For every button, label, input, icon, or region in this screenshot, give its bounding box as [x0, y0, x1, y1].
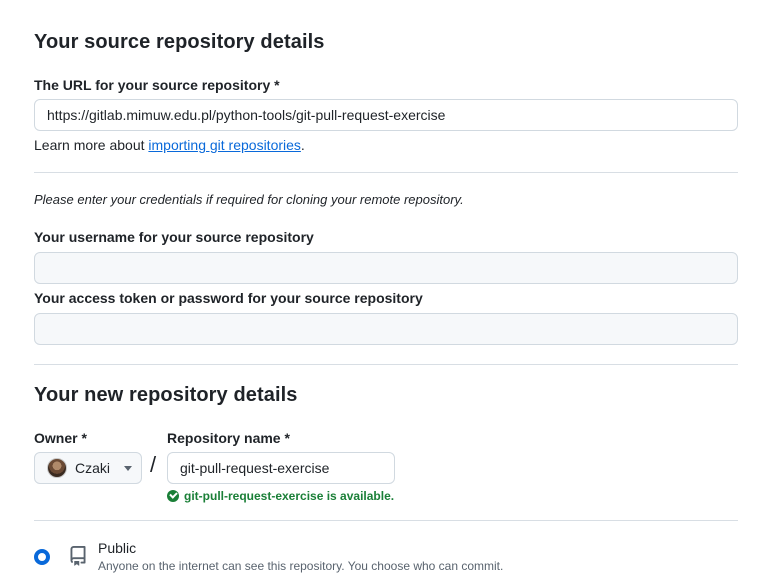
username-label: Your username for your source repository	[34, 229, 314, 245]
username-input[interactable]	[34, 252, 738, 284]
repository-name-input[interactable]	[167, 452, 395, 484]
visibility-public-radio[interactable]	[34, 549, 50, 565]
owner-repo-separator: /	[150, 452, 157, 477]
import-repository-form: Your source repository details The URL f…	[0, 0, 774, 586]
divider	[34, 172, 738, 173]
availability-text: git-pull-request-exercise is available.	[184, 489, 395, 503]
visibility-public-description: Anyone on the internet can see this repo…	[98, 559, 504, 573]
avatar	[47, 458, 67, 478]
learn-more-text: Learn more about importing git repositor…	[34, 137, 305, 153]
chevron-down-icon	[124, 465, 133, 471]
repository-name-label: Repository name *	[167, 430, 290, 446]
importing-git-repositories-link[interactable]: importing git repositories	[148, 137, 301, 153]
visibility-public-title: Public	[98, 540, 137, 556]
check-circle-icon	[167, 490, 179, 502]
divider	[34, 364, 738, 365]
availability-status: git-pull-request-exercise is available.	[167, 488, 394, 504]
new-repo-section-heading: Your new repository details	[34, 384, 298, 406]
repo-icon	[70, 546, 86, 566]
token-input[interactable]	[34, 313, 738, 345]
divider	[34, 520, 738, 521]
credentials-note: Please enter your credentials if require…	[34, 192, 464, 207]
source-section-heading: Your source repository details	[34, 31, 325, 53]
owner-name: Czaki	[75, 460, 111, 476]
owner-select-button[interactable]: Czaki	[34, 452, 142, 484]
learn-more-prefix: Learn more about	[34, 137, 149, 153]
learn-more-suffix: .	[300, 137, 305, 153]
token-label: Your access token or password for your s…	[34, 290, 423, 306]
owner-label: Owner *	[34, 430, 87, 446]
source-url-input[interactable]	[34, 99, 738, 131]
source-url-label: The URL for your source repository *	[34, 77, 280, 93]
